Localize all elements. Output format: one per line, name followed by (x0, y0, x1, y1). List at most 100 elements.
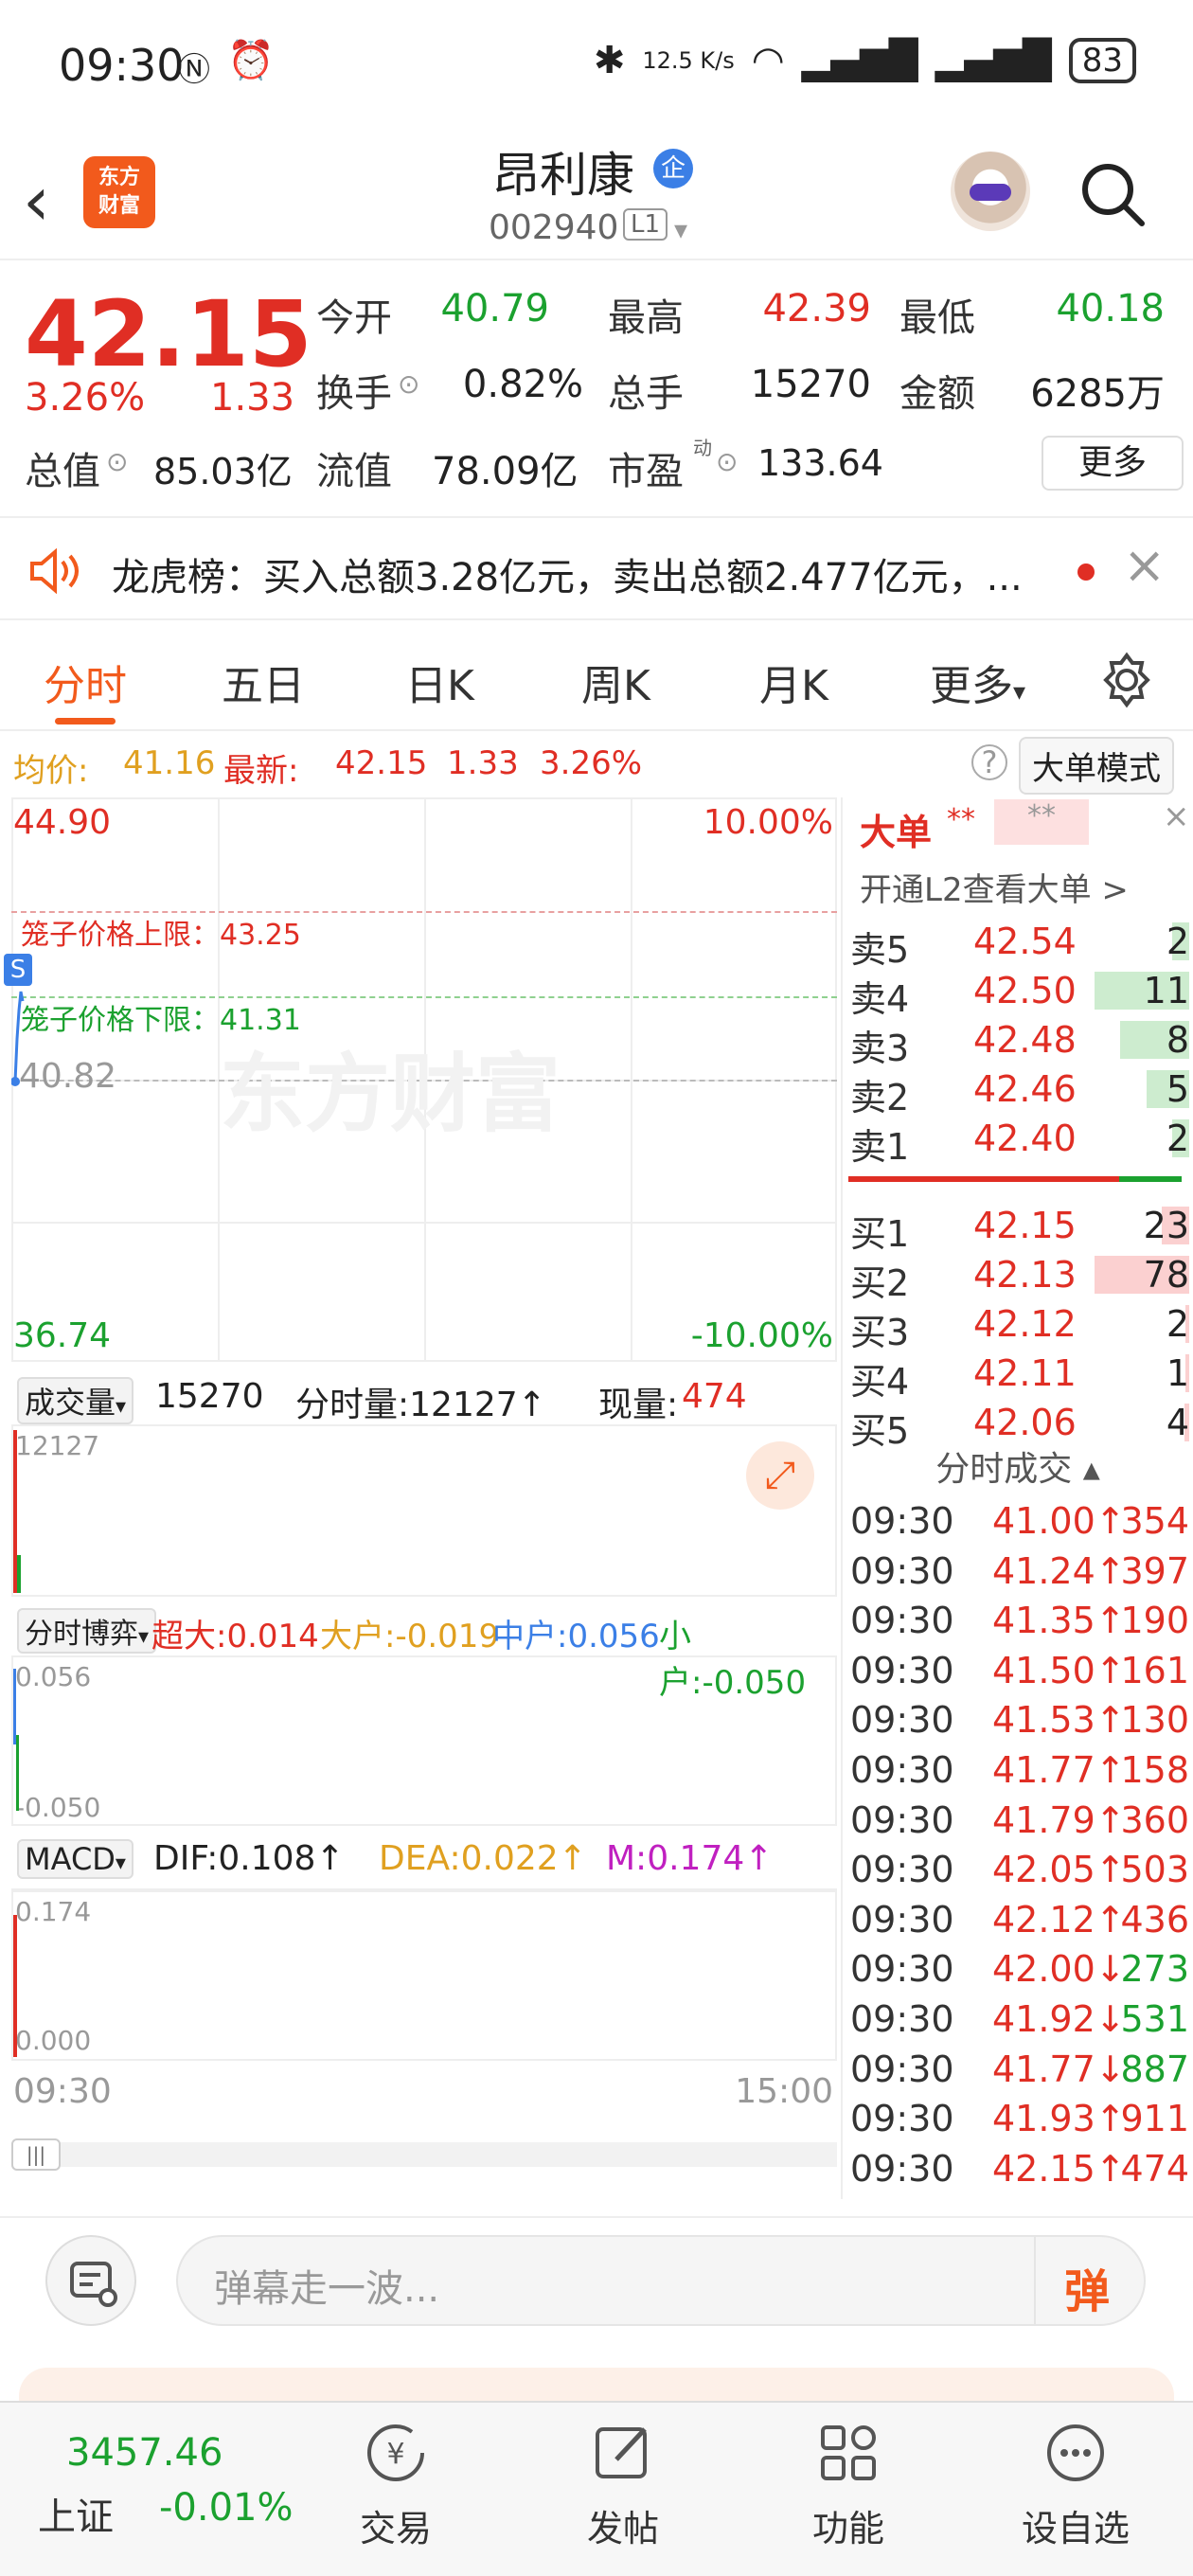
macd-dea: DEA:0.022↑ (379, 1839, 587, 1878)
back-button[interactable]: ‹ (23, 161, 50, 241)
tick-row: 09:30 41.35↑ 190 (850, 1596, 1193, 1645)
flow-chart (11, 1655, 837, 1826)
volume-label: 总手 (608, 372, 684, 416)
tick-time: 09:30 (850, 1898, 954, 1941)
tick-price: 41.50↑ (992, 1649, 1126, 1691)
chart-scrollbar-handle[interactable]: ||| (11, 2138, 61, 2171)
nav-trade[interactable]: ¥ 交易 (329, 2418, 462, 2551)
turnover-value: 0.82% (462, 363, 583, 406)
change-percent: 3.26% (25, 376, 146, 420)
nav-functions[interactable]: 功能 (782, 2418, 915, 2551)
app-logo[interactable]: 东方 财富 (83, 156, 155, 228)
flow-mid-label: 中户: (492, 1618, 568, 1655)
intraday-info-row: 均价: 41.16 最新: 42.15 1.33 3.26% ? 大单模式 (0, 737, 1193, 795)
index-value[interactable]: 3457.46 (66, 2431, 223, 2475)
tab-monthly-k[interactable]: 月K (759, 652, 828, 712)
ask-label: 卖4 (850, 978, 910, 1020)
flow-mid: 中户:0.056 (492, 1610, 660, 1656)
tick-row: 09:30 41.77↓ 887 (850, 2045, 1193, 2094)
volume-total: 15270 (155, 1377, 264, 1416)
avg-price-value: 41.16 (123, 744, 216, 782)
bid-ask-ratio-bar (848, 1176, 1182, 1182)
comment-input[interactable]: 弹幕走一波... 弹 (176, 2235, 1146, 2326)
tick-price: 41.35↑ (992, 1600, 1126, 1642)
tick-row: 09:30 41.79↑ 360 (850, 1796, 1193, 1845)
tick-price: 41.93↑ (992, 2098, 1126, 2140)
bid-price: 42.15 (973, 1205, 1077, 1246)
chart-scrollbar-track[interactable] (11, 2142, 837, 2167)
ask-row[interactable]: 卖3 42.48 8 (850, 1015, 1193, 1069)
bid-row[interactable]: 买1 42.15 23 (850, 1201, 1193, 1255)
search-icon[interactable] (1079, 161, 1146, 227)
current-price: 42.15 (25, 281, 312, 387)
tab-daily-k[interactable]: 日K (405, 652, 474, 712)
ask-row[interactable]: 卖2 42.46 5 (850, 1064, 1193, 1118)
info-icon[interactable]: ⊙ (398, 368, 419, 400)
tick-row: 09:30 42.15↑ 474 (850, 2144, 1193, 2193)
bid-price: 42.13 (973, 1254, 1077, 1296)
chevron-down-icon[interactable]: ▾ (674, 214, 687, 245)
tick-row: 09:30 41.50↑ 161 (850, 1646, 1193, 1695)
macd-chart (11, 1890, 837, 2061)
close-icon[interactable]: × (1123, 535, 1166, 595)
notice-bar[interactable]: 龙虎榜：买入总额3.28亿元，卖出总额2.477亿元，... × (0, 516, 1193, 620)
tick-time: 09:30 (850, 1600, 954, 1642)
level-badge[interactable]: L1 (623, 208, 668, 241)
index-change: -0.01% (159, 2486, 294, 2530)
volume-value: 15270 (750, 363, 871, 406)
comment-list-icon[interactable] (45, 2235, 136, 2326)
ask-row[interactable]: 卖5 42.54 2 (850, 917, 1193, 971)
ticks-title-label: 分时成交 (935, 1450, 1073, 1489)
ask-row[interactable]: 卖4 42.50 11 (850, 966, 1193, 1020)
flow-mid-value: 0.056 (567, 1618, 660, 1655)
tab-more[interactable]: 更多▾ (930, 652, 1025, 712)
l2-upgrade-link[interactable]: 开通L2查看大单 > (860, 864, 1129, 910)
expand-icon[interactable]: ⤢ (746, 1441, 814, 1510)
caret-up-icon[interactable]: ▴ (1083, 1450, 1100, 1489)
flow-super: 超大:0.014 (151, 1610, 319, 1656)
promo-peek-strip[interactable] (19, 2368, 1174, 2406)
intraday-chart-area[interactable]: 东方财富 44.90 10.00% 笼子价格上限：43.25 笼子价格下限：41… (4, 797, 837, 2171)
tick-row: 09:30 42.12↑ 436 (850, 1895, 1193, 1944)
ask-volume: 2 (1166, 921, 1189, 962)
s-marker-icon[interactable]: S (4, 954, 32, 986)
flow-header: 分时博弈▾ 超大:0.014 大户:-0.019 中户:0.056 小户:-0.… (11, 1599, 837, 1702)
nav-post[interactable]: 发帖 (557, 2418, 689, 2551)
signal-icon: ▂▄▆█ (801, 39, 918, 82)
ask-label: 卖2 (850, 1077, 910, 1118)
flow-axis-bottom: -0.050 (15, 1792, 101, 1823)
tab-weekly-k[interactable]: 周K (581, 652, 650, 712)
tick-time: 09:30 (850, 1500, 954, 1542)
volume-axis-max: 12127 (15, 1430, 100, 1461)
bid-row[interactable]: 买4 42.11 1 (850, 1349, 1193, 1403)
tick-volume: 887 (1120, 2048, 1189, 2090)
nav-functions-label: 功能 (811, 2508, 884, 2549)
bid-row[interactable]: 买3 42.12 2 (850, 1299, 1193, 1353)
bid-row[interactable]: 买2 42.13 78 (850, 1250, 1193, 1304)
tab-intraday[interactable]: 分时 (44, 652, 127, 712)
flow-big-label: 大户: (320, 1618, 396, 1655)
order-book-panel: 大单 ** ** × 开通L2查看大单 > 卖5 42.54 2 卖4 42.50 11 卖… (841, 797, 1193, 2199)
info-icon[interactable]: ⊙ (106, 446, 128, 477)
close-icon[interactable]: × (1163, 797, 1190, 835)
danmaku-send-button[interactable]: 弹 (1034, 2237, 1144, 2324)
bid-price: 42.12 (973, 1303, 1077, 1345)
ask-row[interactable]: 卖1 42.40 2 (850, 1114, 1193, 1168)
big-order-mode-button[interactable]: 大单模式 (1019, 737, 1174, 795)
volume-indicator-select[interactable]: 成交量▾ (17, 1377, 134, 1424)
help-icon[interactable]: ? (971, 744, 1007, 780)
info-icon[interactable]: ⊙ (716, 446, 738, 477)
settings-gear-icon[interactable] (1098, 652, 1155, 708)
tick-time: 09:30 (850, 1649, 954, 1691)
ticks-title: 分时成交 ▴ (843, 1441, 1193, 1491)
flow-line (16, 1735, 19, 1811)
flow-indicator-select[interactable]: 分时博弈▾ (17, 1608, 157, 1654)
more-button[interactable]: 更多 (1042, 436, 1184, 491)
big-order-value-1: ** (947, 803, 975, 836)
flow-super-label: 超大: (151, 1618, 227, 1655)
tab-five-day[interactable]: 五日 (222, 652, 305, 712)
nav-watchlist[interactable]: 设自选 (1009, 2418, 1142, 2551)
bid-label: 买1 (850, 1213, 910, 1255)
macd-indicator-select[interactable]: MACD▾ (17, 1839, 134, 1879)
bid-row[interactable]: 买5 42.06 4 (850, 1398, 1193, 1452)
